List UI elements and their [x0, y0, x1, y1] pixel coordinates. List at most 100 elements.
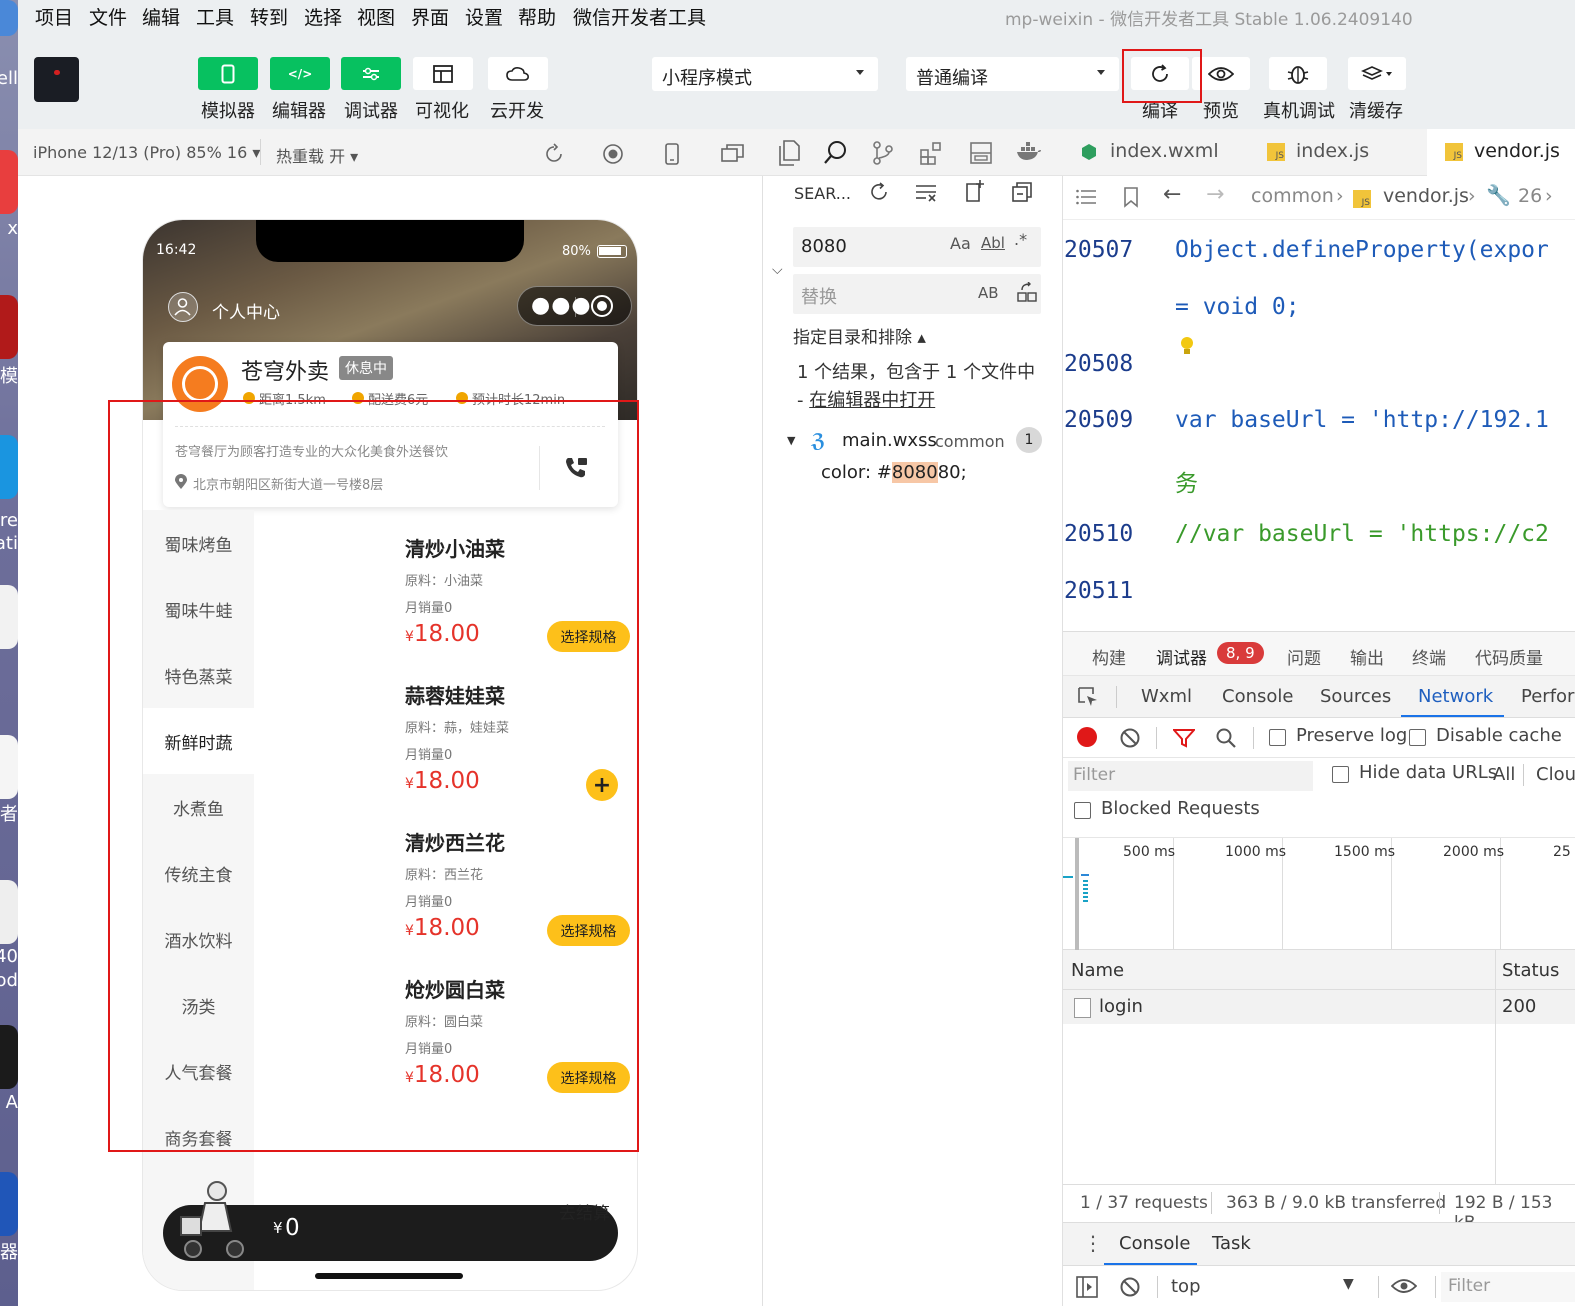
code-line[interactable]: Object.defineProperty(expor — [1175, 237, 1549, 263]
cart-bar[interactable]: ¥ 0 去结算 — [163, 1181, 618, 1261]
window-icon[interactable] — [721, 143, 745, 165]
context-select[interactable]: top — [1171, 1276, 1201, 1297]
tab-terminal[interactable]: 终端 — [1412, 644, 1446, 669]
dock-app-icon[interactable] — [0, 880, 18, 944]
avatar[interactable] — [34, 57, 79, 102]
menu-item[interactable]: 项目 — [35, 3, 73, 30]
tab-output[interactable]: 输出 — [1350, 644, 1384, 669]
tab-vendor-js[interactable]: JS vendor.js — [1427, 129, 1575, 176]
search-icon[interactable] — [823, 140, 849, 166]
chevron-down-icon[interactable]: ⌵ — [772, 262, 783, 278]
menu-item[interactable]: 界面 — [411, 3, 449, 30]
dock-app-icon[interactable] — [0, 435, 18, 499]
tab-performance[interactable]: Perfor — [1521, 686, 1574, 707]
open-in-editor-link[interactable]: 在编辑器中打开 — [809, 390, 935, 411]
hide-data-urls-checkbox[interactable] — [1332, 766, 1349, 783]
breadcrumb-folder[interactable]: common — [1251, 185, 1334, 207]
tab-index-js[interactable]: JS index.js — [1249, 129, 1427, 176]
back-arrow-icon[interactable]: ← — [1163, 182, 1181, 207]
source-control-icon[interactable] — [871, 140, 895, 166]
code-line[interactable]: //var baseUrl = 'https://c2 — [1175, 521, 1549, 547]
tab-wxml[interactable]: Wxml — [1141, 686, 1192, 707]
block-icon[interactable] — [1119, 727, 1141, 749]
filter-input[interactable]: Filter — [1068, 761, 1313, 791]
simulator-button[interactable] — [198, 57, 258, 90]
column-name[interactable]: Name — [1071, 960, 1124, 981]
nav-title[interactable]: 个人中心 — [212, 298, 280, 323]
include-exclude-toggle[interactable]: 指定目录和排除 ▴ — [793, 323, 926, 348]
menu-item[interactable]: 选择 — [304, 3, 342, 30]
collapse-all-icon[interactable] — [1011, 181, 1033, 203]
remote-debug-button[interactable] — [1269, 57, 1327, 90]
forward-arrow-icon[interactable]: → — [1206, 182, 1224, 207]
tab-code-quality[interactable]: 代码质量 — [1475, 644, 1543, 669]
hot-reload-toggle[interactable]: 热重载 开 ▾ — [276, 143, 358, 167]
dock-app-icon[interactable] — [0, 585, 18, 649]
column-status[interactable]: Status — [1502, 960, 1559, 981]
chevron-down-icon[interactable]: ▼ — [1343, 1276, 1354, 1292]
editor-button[interactable]: </> — [270, 57, 330, 90]
record-icon[interactable] — [1077, 727, 1097, 747]
docker-icon[interactable] — [1015, 141, 1043, 163]
code-line[interactable]: var baseUrl = 'http://192.1 — [1175, 407, 1549, 433]
bookmark-icon[interactable] — [1123, 186, 1139, 208]
drawer-menu-icon[interactable]: ⋮ — [1083, 1231, 1103, 1255]
code-line[interactable]: = void 0; — [1175, 294, 1300, 320]
search-input[interactable]: 8080 Aa Abl .* — [793, 227, 1041, 267]
filter-icon[interactable] — [1173, 728, 1195, 748]
search-icon[interactable] — [1215, 727, 1237, 749]
menu-item[interactable]: 编辑 — [142, 3, 180, 30]
whole-word-icon[interactable]: Abl — [981, 234, 1005, 252]
clear-cache-button[interactable] — [1348, 57, 1406, 90]
match-case-icon[interactable]: Aa — [950, 234, 971, 253]
dock-app-icon[interactable] — [0, 1025, 18, 1089]
filter-all[interactable]: All — [1493, 764, 1515, 785]
preserve-log-checkbox[interactable] — [1269, 729, 1286, 746]
checkout-button[interactable]: 去结算 — [559, 1199, 610, 1224]
menu-item[interactable]: 帮助 — [518, 3, 556, 30]
tab-build[interactable]: 构建 — [1092, 644, 1126, 669]
sidebar-toggle-icon[interactable] — [1076, 1276, 1098, 1298]
tab-drawer-task[interactable]: Task — [1212, 1233, 1251, 1254]
refresh-icon[interactable] — [868, 181, 890, 203]
eye-icon[interactable] — [1391, 1278, 1417, 1294]
close-mini-icon[interactable] — [591, 295, 613, 317]
visual-button[interactable] — [413, 57, 473, 90]
tab-network[interactable]: Network — [1418, 686, 1493, 707]
menu-item[interactable]: 视图 — [357, 3, 395, 30]
tab-sources[interactable]: Sources — [1320, 686, 1391, 707]
menu-item[interactable]: 文件 — [89, 3, 127, 30]
compile-select[interactable]: 普通编译 — [906, 57, 1119, 91]
mode-select[interactable]: 小程序模式 — [652, 57, 878, 91]
clear-results-icon[interactable] — [915, 184, 937, 202]
filter-cloud[interactable]: Clou — [1536, 764, 1575, 785]
code-line[interactable]: 务 — [1175, 464, 1198, 498]
tab-index-wxml[interactable]: index.wxml — [1063, 129, 1249, 176]
rotate-icon[interactable] — [543, 143, 565, 165]
console-filter-input[interactable]: Filter — [1441, 1272, 1575, 1302]
table-row[interactable]: login 200 — [1063, 990, 1575, 1024]
storage-icon[interactable] — [969, 141, 993, 165]
record-icon[interactable] — [602, 143, 624, 165]
tab-debugger[interactable]: 调试器 — [1156, 644, 1207, 669]
dock-app-icon[interactable] — [0, 1172, 18, 1236]
menu-item[interactable]: 工具 — [196, 3, 234, 30]
device-select[interactable]: iPhone 12/13 (Pro) 85% 16 ▾ — [33, 143, 260, 162]
tab-console[interactable]: Console — [1222, 686, 1293, 707]
tab-drawer-console[interactable]: Console — [1119, 1233, 1190, 1254]
extensions-icon[interactable] — [919, 140, 945, 166]
preserve-case-icon[interactable]: AB — [978, 284, 999, 302]
new-search-icon[interactable] — [963, 179, 985, 203]
menu-item[interactable]: 设置 — [465, 3, 503, 30]
chevron-down-icon[interactable]: ▼ — [787, 434, 795, 447]
inspect-element-icon[interactable] — [1077, 686, 1099, 708]
menu-item[interactable]: 转到 — [250, 3, 288, 30]
cloud-dev-button[interactable] — [488, 57, 548, 90]
dock-app-icon[interactable] — [0, 0, 18, 36]
lightbulb-icon[interactable] — [1180, 336, 1194, 356]
disable-cache-checkbox[interactable] — [1409, 729, 1426, 746]
blocked-requests-checkbox[interactable] — [1074, 802, 1091, 819]
tab-issues[interactable]: 问题 — [1287, 644, 1321, 669]
capsule-menu[interactable]: ●●● — [517, 286, 632, 326]
files-icon[interactable] — [777, 140, 801, 166]
